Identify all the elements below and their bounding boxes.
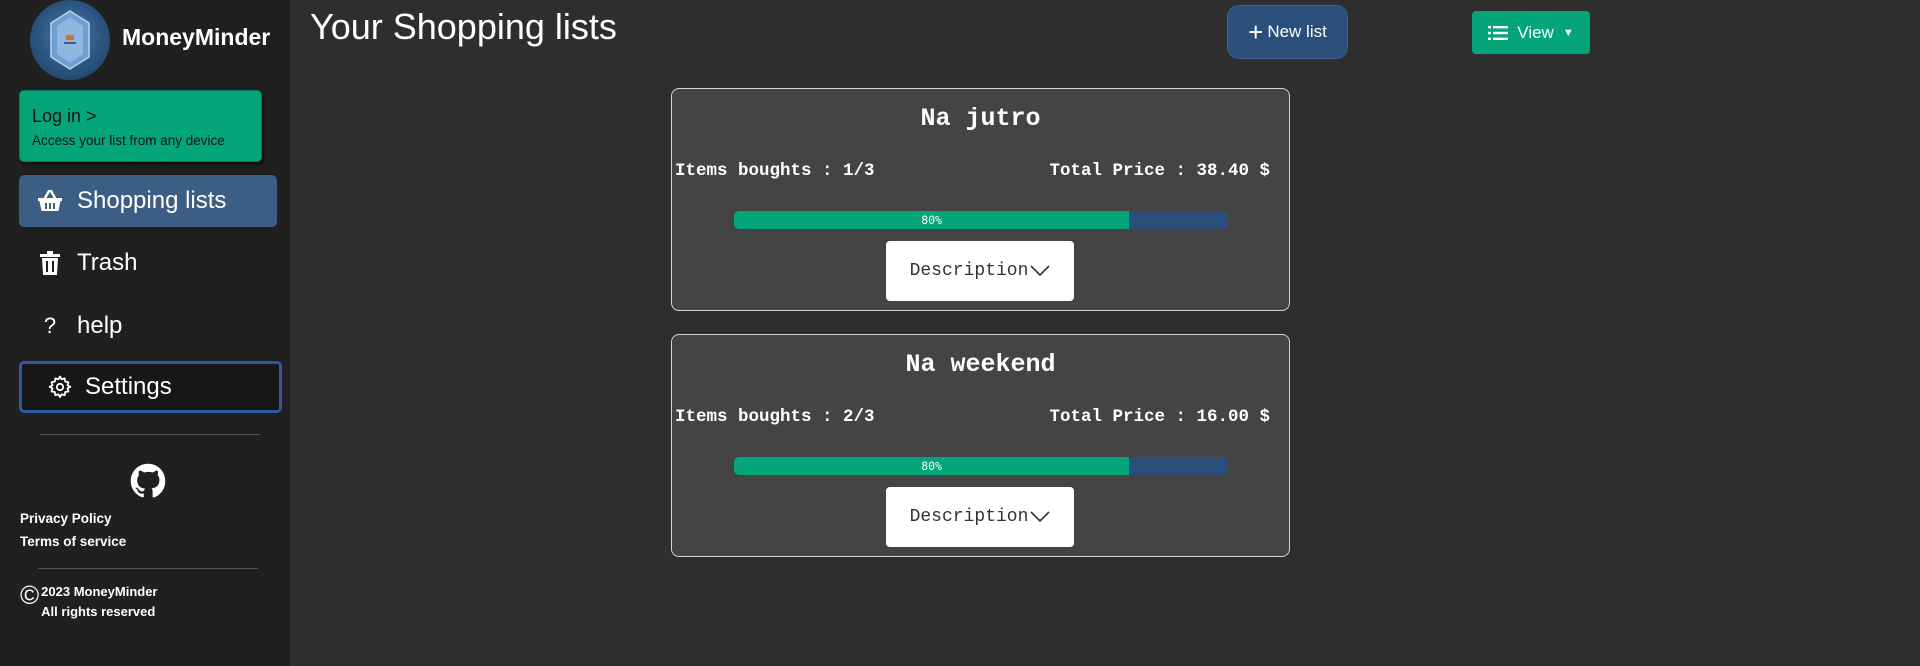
shopping-list-card[interactable]: Na jutro Items boughts : 1/3 Total Price… xyxy=(671,88,1290,311)
sidebar-item-label: help xyxy=(77,312,123,339)
divider xyxy=(38,568,258,569)
sidebar-item-trash[interactable]: Trash xyxy=(19,237,277,289)
total-price: Total Price : 38.40 $ xyxy=(1049,161,1270,181)
new-list-label: New list xyxy=(1267,22,1327,41)
sidebar: MoneyMinder Log in > Access your list fr… xyxy=(0,0,290,666)
items-bought: Items boughts : 1/3 xyxy=(675,161,875,181)
sidebar-item-shopping-lists[interactable]: Shopping lists xyxy=(19,175,277,227)
app-name: MoneyMinder xyxy=(122,23,271,50)
description-toggle-button[interactable]: Description xyxy=(886,487,1074,547)
items-bought: Items boughts : 2/3 xyxy=(675,407,875,427)
login-subtitle: Access your list from any device xyxy=(32,133,225,148)
total-price: Total Price : 16.00 $ xyxy=(1049,407,1270,427)
shopping-list-card[interactable]: Na weekend Items boughts : 2/3 Total Pri… xyxy=(671,334,1290,557)
logo xyxy=(30,0,110,80)
list-title: Na weekend xyxy=(905,350,1056,379)
sidebar-item-label: Shopping lists xyxy=(77,187,227,214)
view-label: View xyxy=(1517,22,1554,42)
sidebar-item-settings[interactable]: Settings xyxy=(19,361,282,413)
copyright-icon: © xyxy=(20,580,40,610)
question-icon: ? xyxy=(43,313,57,338)
chevron-down-icon xyxy=(1030,265,1050,277)
copyright-line: 2023 MoneyMinder xyxy=(41,584,158,599)
copyright-line: All rights reserved xyxy=(41,604,156,619)
terms-of-service-link[interactable]: Terms of service xyxy=(20,534,126,549)
sidebar-item-help[interactable]: ? help xyxy=(19,300,277,352)
view-dropdown-button[interactable]: View ▼ xyxy=(1472,11,1590,54)
github-icon[interactable] xyxy=(130,463,166,499)
gear-icon xyxy=(44,375,76,399)
basket-icon xyxy=(34,189,66,213)
logo-icon xyxy=(50,10,90,70)
description-label: Description xyxy=(909,261,1029,281)
login-title: Log in > xyxy=(32,106,97,126)
brand[interactable]: MoneyMinder xyxy=(30,0,270,80)
copyright: © 2023 MoneyMinder All rights reserved xyxy=(20,582,158,622)
description-label: Description xyxy=(909,507,1029,527)
list-title: Na jutro xyxy=(920,104,1041,133)
page-title: Your Shopping lists xyxy=(310,6,617,47)
sidebar-item-label: Settings xyxy=(85,373,172,400)
plus-icon: + xyxy=(1248,17,1264,47)
login-button[interactable]: Log in > Access your list from any devic… xyxy=(19,90,262,162)
progress-bar: 80% xyxy=(734,211,1228,229)
privacy-policy-link[interactable]: Privacy Policy xyxy=(20,511,112,526)
description-toggle-button[interactable]: Description xyxy=(886,241,1074,301)
progress-fill: 80% xyxy=(734,211,1130,229)
new-list-button[interactable]: + New list xyxy=(1227,5,1348,59)
sidebar-item-label: Trash xyxy=(77,249,138,276)
divider xyxy=(40,434,260,435)
trash-icon xyxy=(34,251,66,275)
list-icon xyxy=(1488,25,1509,41)
progress-bar: 80% xyxy=(734,457,1228,475)
progress-fill: 80% xyxy=(734,457,1130,475)
chevron-down-icon xyxy=(1030,511,1050,523)
caret-down-icon: ▼ xyxy=(1562,26,1574,39)
